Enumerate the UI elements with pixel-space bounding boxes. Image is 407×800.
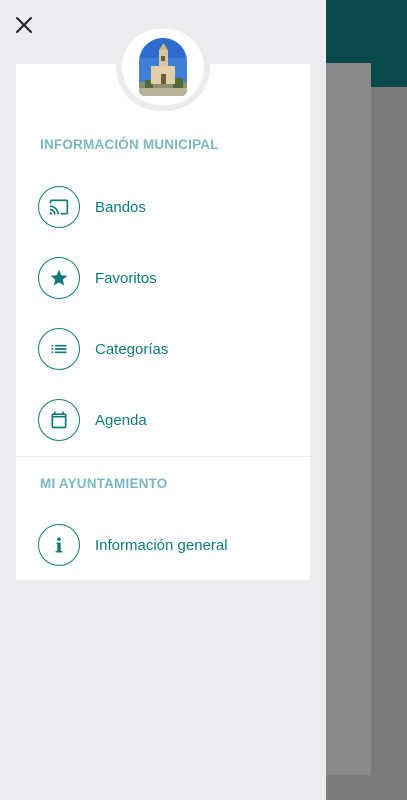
section-title-mi-ayuntamiento: MI AYUNTAMIENTO <box>40 476 168 491</box>
section-divider <box>16 456 310 457</box>
close-icon <box>16 17 32 33</box>
list-icon <box>51 344 67 354</box>
menu-item-bandos[interactable]: Bandos <box>38 185 298 229</box>
menu-item-agenda[interactable]: Agenda <box>38 398 298 442</box>
cast-icon <box>49 199 69 215</box>
close-button[interactable] <box>11 12 37 38</box>
municipality-avatar-frame <box>116 23 210 111</box>
menu-item-label: Categorías <box>95 340 169 358</box>
menu-item-label: Favoritos <box>95 269 157 287</box>
menu-item-label: Información general <box>95 536 228 554</box>
navigation-drawer: INFORMACIÓN MUNICIPAL Bandos Favoritos C… <box>0 0 326 800</box>
menu-item-categorias[interactable]: Categorías <box>38 327 298 371</box>
section-title-informacion-municipal: INFORMACIÓN MUNICIPAL <box>40 137 219 152</box>
menu-item-informacion-general[interactable]: Información general <box>38 523 298 567</box>
menu-item-label: Agenda <box>95 411 147 429</box>
info-icon <box>55 537 63 553</box>
star-icon <box>50 269 68 286</box>
church-photo <box>139 38 187 96</box>
calendar-icon <box>51 411 67 429</box>
background-content <box>371 87 407 800</box>
menu-item-label: Bandos <box>95 198 146 216</box>
menu-item-favoritos[interactable]: Favoritos <box>38 256 298 300</box>
background-content-card <box>326 63 371 775</box>
